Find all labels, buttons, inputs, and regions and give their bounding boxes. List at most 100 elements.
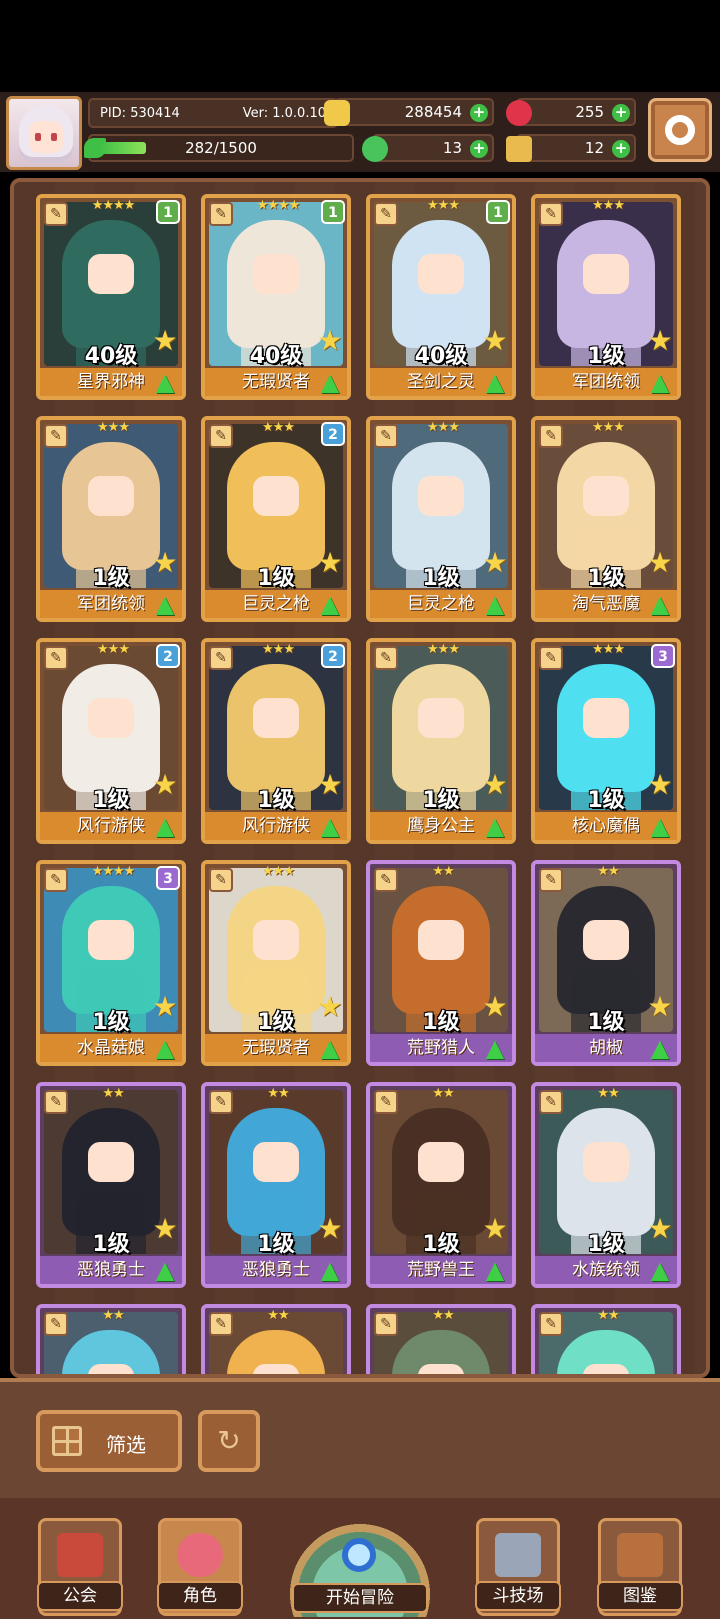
- star-upgrade-icon[interactable]: ★: [150, 326, 180, 356]
- add-gold-button[interactable]: +: [470, 104, 488, 122]
- add-clover-button[interactable]: +: [470, 140, 488, 158]
- add-key-button[interactable]: +: [612, 140, 630, 158]
- nav-character[interactable]: 角色: [157, 1518, 243, 1616]
- star-upgrade-icon[interactable]: ★: [480, 1214, 510, 1244]
- nav-character-label: 角色: [157, 1581, 243, 1611]
- bottom-nav: 公会 角色 开始冒险 斗技场 图鉴: [0, 1498, 720, 1619]
- level-up-icon[interactable]: ▲: [150, 590, 180, 618]
- star-upgrade-icon[interactable]: ★: [480, 770, 510, 800]
- rank-badge: 1: [156, 200, 180, 224]
- star-upgrade-icon[interactable]: ★: [480, 326, 510, 356]
- character-card[interactable]: ✎ ★★★ 3 1级 ★ 核心魔偶 ▲: [531, 638, 681, 844]
- character-card[interactable]: ✎ ★★ 1级 ★ 荒野兽王 ▲: [366, 1082, 516, 1288]
- character-card[interactable]: ✎ ★★★ 1级 ★ 军团统领 ▲: [36, 416, 186, 622]
- character-card[interactable]: ✎ ★★: [201, 1304, 351, 1374]
- nav-arena-label: 斗技场: [475, 1581, 561, 1611]
- star-upgrade-icon[interactable]: ★: [150, 1214, 180, 1244]
- rank-badge: 2: [321, 644, 345, 668]
- class-icon: ✎: [374, 1090, 398, 1114]
- star-upgrade-icon[interactable]: ★: [645, 770, 675, 800]
- character-card[interactable]: ✎ ★★ 1级 ★ 水族统领 ▲: [531, 1082, 681, 1288]
- character-card[interactable]: ✎ ★★★ 2 1级 ★ 风行游侠 ▲: [201, 638, 351, 844]
- level-up-icon[interactable]: ▲: [645, 812, 675, 840]
- star-upgrade-icon[interactable]: ★: [645, 992, 675, 1022]
- level-up-icon[interactable]: ▲: [480, 1256, 510, 1284]
- star-upgrade-icon[interactable]: ★: [150, 548, 180, 578]
- level-up-icon[interactable]: ▲: [645, 590, 675, 618]
- star-upgrade-icon[interactable]: ★: [315, 770, 345, 800]
- level-up-icon[interactable]: ▲: [480, 812, 510, 840]
- character-card[interactable]: ✎ ★★★ 1级 ★ 鹰身公主 ▲: [366, 638, 516, 844]
- level-up-icon[interactable]: ▲: [645, 368, 675, 396]
- character-card[interactable]: ✎ ★★: [366, 1304, 516, 1374]
- nav-arena[interactable]: 斗技场: [475, 1518, 561, 1616]
- character-card[interactable]: ✎ ★★★★ 1 40级 ★ 无瑕贤者 ▲: [201, 194, 351, 400]
- level-up-icon[interactable]: ▲: [480, 368, 510, 396]
- nav-guild-label: 公会: [37, 1581, 123, 1611]
- level-up-icon[interactable]: ▲: [315, 812, 345, 840]
- level-up-icon[interactable]: ▲: [150, 1034, 180, 1062]
- level-up-icon[interactable]: ▲: [150, 812, 180, 840]
- player-avatar[interactable]: [6, 96, 82, 170]
- level-up-icon[interactable]: ▲: [645, 1034, 675, 1062]
- character-card[interactable]: ✎ ★★★ 2 1级 ★ 巨灵之枪 ▲: [201, 416, 351, 622]
- level-up-icon[interactable]: ▲: [480, 590, 510, 618]
- level-up-icon[interactable]: ▲: [150, 368, 180, 396]
- character-card[interactable]: ✎ ★★: [531, 1304, 681, 1374]
- character-card[interactable]: ✎ ★★ 1级 ★ 胡椒 ▲: [531, 860, 681, 1066]
- character-card[interactable]: ✎ ★★★ 1 40级 ★ 圣剑之灵 ▲: [366, 194, 516, 400]
- character-card[interactable]: ✎ ★★★ 2 1级 ★ 风行游侠 ▲: [36, 638, 186, 844]
- level-up-icon[interactable]: ▲: [315, 1034, 345, 1062]
- star-upgrade-icon[interactable]: ★: [315, 992, 345, 1022]
- star-rating: ★★: [597, 1308, 619, 1323]
- star-rating: ★★★: [592, 420, 625, 435]
- nav-guild[interactable]: 公会: [37, 1518, 123, 1616]
- level-up-icon[interactable]: ▲: [315, 590, 345, 618]
- character-card[interactable]: ✎ ★★ 1级 ★ 恶狼勇士 ▲: [201, 1082, 351, 1288]
- level-up-icon[interactable]: ▲: [480, 1034, 510, 1062]
- rank-badge: 1: [321, 200, 345, 224]
- character-card[interactable]: ✎ ★★★ 1级 ★ 巨灵之枪 ▲: [366, 416, 516, 622]
- star-upgrade-icon[interactable]: ★: [480, 992, 510, 1022]
- start-adventure-button[interactable]: 开始冒险: [272, 1502, 448, 1617]
- add-gem-button[interactable]: +: [612, 104, 630, 122]
- character-card[interactable]: ✎ ★★★ 1级 ★ 淘气恶魔 ▲: [531, 416, 681, 622]
- class-icon: ✎: [539, 202, 563, 226]
- level-up-icon[interactable]: ▲: [150, 1256, 180, 1284]
- character-card[interactable]: ✎ ★★★★ 3 1级 ★ 水晶菇娘 ▲: [36, 860, 186, 1066]
- character-card[interactable]: ✎ ★★ 1级 ★ 恶狼勇士 ▲: [36, 1082, 186, 1288]
- star-rating: ★★★: [427, 420, 460, 435]
- refresh-button[interactable]: ↻: [198, 1410, 260, 1472]
- gem-value: 255: [575, 103, 604, 121]
- magnifier-icon: [342, 1538, 376, 1572]
- gold-value: 288454: [404, 103, 462, 121]
- level-up-icon[interactable]: ▲: [315, 368, 345, 396]
- star-upgrade-icon[interactable]: ★: [150, 770, 180, 800]
- character-card[interactable]: ✎ ★★ 1级 ★ 荒野猎人 ▲: [366, 860, 516, 1066]
- settings-button[interactable]: [648, 98, 712, 162]
- level-up-icon[interactable]: ▲: [315, 1256, 345, 1284]
- class-icon: ✎: [374, 202, 398, 226]
- crossed-swords-icon: [495, 1533, 541, 1577]
- rank-badge: 2: [156, 644, 180, 668]
- star-upgrade-icon[interactable]: ★: [645, 326, 675, 356]
- nav-codex[interactable]: 图鉴: [597, 1518, 683, 1616]
- character-card[interactable]: ✎ ★★★ 1级 ★ 无瑕贤者 ▲: [201, 860, 351, 1066]
- star-upgrade-icon[interactable]: ★: [480, 548, 510, 578]
- star-upgrade-icon[interactable]: ★: [315, 1214, 345, 1244]
- class-icon: ✎: [44, 424, 68, 448]
- character-card[interactable]: ✎ ★★★★ 1 40级 ★ 星界邪神 ▲: [36, 194, 186, 400]
- gold-coin-icon: [324, 100, 350, 126]
- filter-button[interactable]: 筛选: [36, 1410, 182, 1472]
- star-upgrade-icon[interactable]: ★: [645, 548, 675, 578]
- star-upgrade-icon[interactable]: ★: [315, 326, 345, 356]
- star-upgrade-icon[interactable]: ★: [645, 1214, 675, 1244]
- character-card[interactable]: ✎ ★★★ 1级 ★ 军团统领 ▲: [531, 194, 681, 400]
- character-card[interactable]: ✎ ★★: [36, 1304, 186, 1374]
- level-up-icon[interactable]: ▲: [645, 1256, 675, 1284]
- star-upgrade-icon[interactable]: ★: [315, 548, 345, 578]
- filter-label: 筛选: [106, 1433, 146, 1457]
- gear-icon: [665, 115, 695, 145]
- rank-badge: 3: [156, 866, 180, 890]
- star-upgrade-icon[interactable]: ★: [150, 992, 180, 1022]
